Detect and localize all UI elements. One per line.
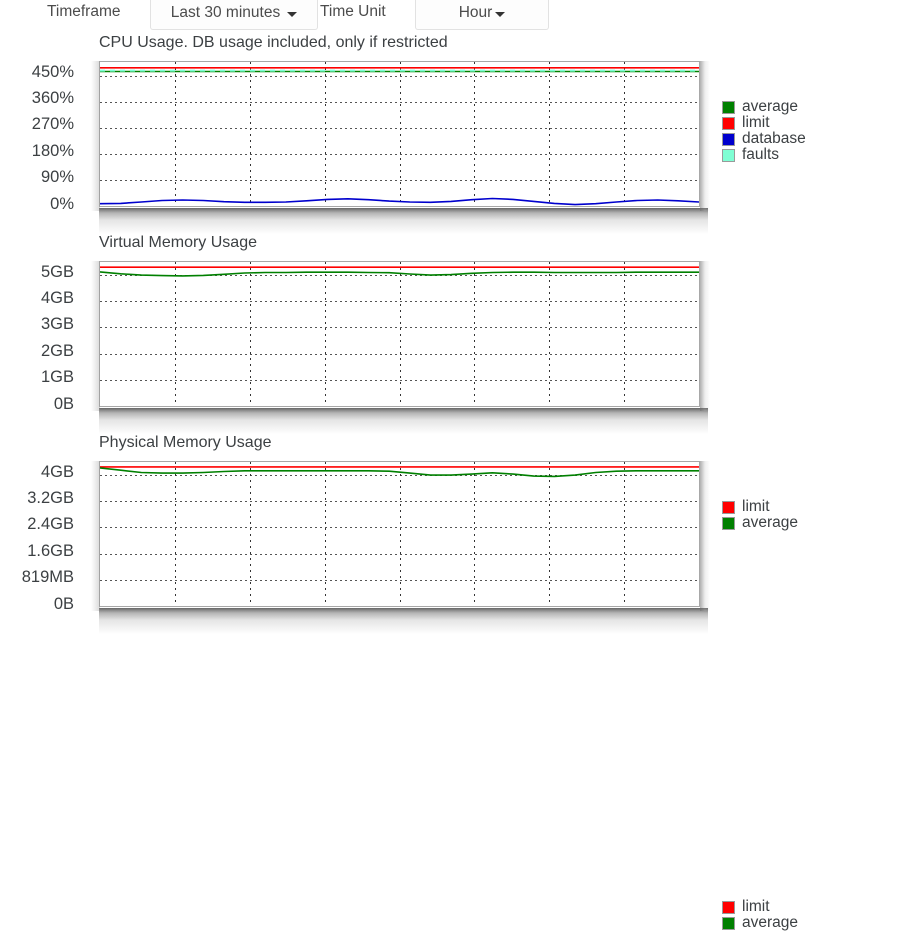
virtual-memory-chart-block: Virtual Memory Usage 5GB 4GB 3GB 2GB 1GB… [0, 230, 907, 531]
timeframe-dropdown-value: Last 30 minutes [170, 4, 281, 21]
legend-swatch-average [722, 100, 735, 114]
legend-item: database [722, 131, 806, 147]
legend-item: limit [722, 899, 798, 915]
plot-shadow-right [700, 61, 710, 211]
plot-shadow-right [700, 261, 710, 411]
legend-label: average [742, 914, 799, 931]
legend-swatch-faults [722, 148, 735, 162]
cpu-ytick: 270% [31, 115, 74, 133]
cpu-ytick: 180% [31, 142, 74, 160]
plot-shadow [99, 608, 708, 636]
timeframe-label: Timeframe [47, 3, 121, 20]
cpu-ytick: 90% [40, 168, 74, 186]
filter-toolbar: Timeframe Last 30 minutes Time Unit Hour [0, 0, 907, 30]
vmem-plot-area[interactable] [99, 261, 700, 407]
pmem-ytick: 3.2GB [27, 489, 74, 507]
vmem-ytick: 4GB [40, 289, 74, 307]
pmem-ytick: 819MB [21, 568, 74, 586]
cpu-ytick: 0% [50, 195, 74, 213]
cpu-ytick: 360% [31, 89, 74, 107]
timeunit-dropdown[interactable]: Hour [415, 0, 549, 30]
pmem-plot-area[interactable] [99, 461, 700, 607]
vmem-ytick: 0B [53, 395, 74, 413]
cpu-ytick: 450% [31, 63, 74, 81]
legend-swatch-database [722, 132, 735, 146]
legend-swatch-limit [722, 116, 735, 130]
cpu-plot-area[interactable] [99, 61, 700, 207]
cpu-usage-chart-block: CPU Usage. DB usage included, only if re… [0, 30, 907, 236]
plot-shadow-right [700, 461, 710, 611]
legend-label: database [742, 130, 806, 147]
vmem-chart-title: Virtual Memory Usage [99, 234, 257, 251]
legend-swatch-limit [722, 900, 735, 914]
legend-label: limit [742, 898, 770, 915]
timeunit-dropdown-value: Hour [458, 4, 493, 21]
pmem-ytick: 0B [53, 595, 74, 613]
legend-item: average [722, 99, 806, 115]
timeframe-dropdown[interactable]: Last 30 minutes [150, 0, 318, 30]
pmem-chart-title: Physical Memory Usage [99, 434, 272, 451]
legend-swatch-average [722, 916, 735, 930]
vmem-ytick: 2GB [40, 342, 74, 360]
legend-label: faults [742, 146, 780, 163]
chevron-down-icon [495, 12, 506, 17]
legend-item: faults [722, 147, 806, 163]
vmem-ytick: 1GB [40, 368, 74, 386]
vmem-ytick: 3GB [40, 315, 74, 333]
vmem-ytick: 5GB [40, 263, 74, 281]
physical-memory-chart-block: Physical Memory Usage 4GB 3.2GB 2.4GB 1.… [0, 430, 907, 931]
pmem-ytick: 2.4GB [27, 515, 74, 533]
legend-label: average [742, 98, 799, 115]
legend-item: limit [722, 115, 806, 131]
pmem-chart-legend: limit average [722, 899, 798, 931]
pmem-ytick: 1.6GB [27, 542, 74, 560]
legend-item: average [722, 915, 798, 931]
timeunit-label: Time Unit [320, 3, 386, 20]
cpu-chart-legend: average limit database faults [722, 99, 806, 163]
cpu-chart-title: CPU Usage. DB usage included, only if re… [99, 34, 448, 51]
legend-label: limit [742, 114, 770, 131]
pmem-ytick: 4GB [40, 463, 74, 481]
chevron-down-icon [287, 12, 298, 17]
